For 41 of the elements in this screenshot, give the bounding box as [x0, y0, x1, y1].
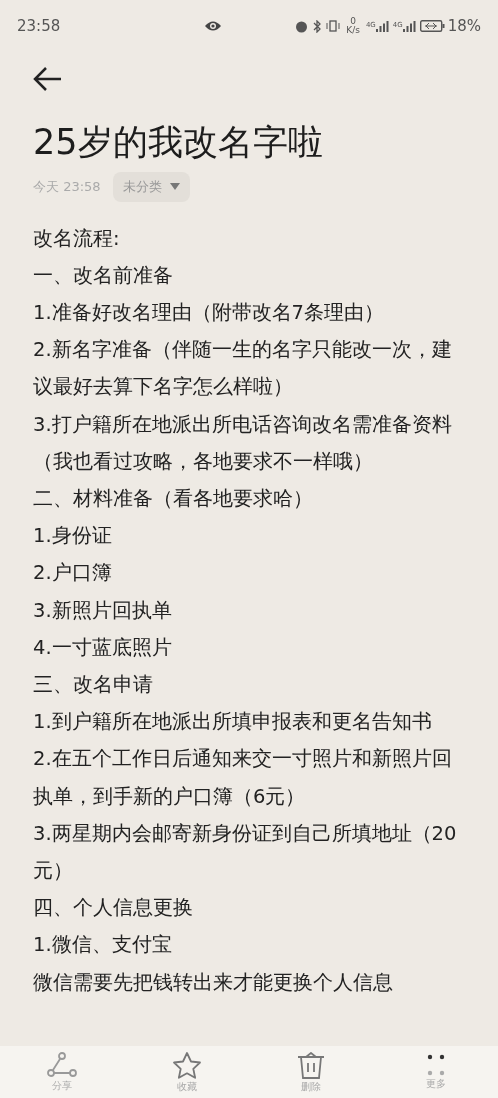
clock-time: 23:58 [17, 15, 61, 37]
note-line: 3.新照片回执单 [33, 597, 173, 624]
note-line: 4.一寸蓝底照片 [33, 634, 173, 661]
signal-icon [375, 20, 389, 32]
note-line: 微信需要先把钱转出来才能更换个人信息 [33, 969, 394, 996]
note-line: 1.微信、支付宝 [33, 932, 173, 959]
net-speed-value: 0 [350, 17, 356, 26]
note-line: 1.身份证 [33, 523, 113, 550]
more-icon [425, 1054, 446, 1076]
trash-icon [297, 1051, 326, 1079]
note-line: 3.打户籍所在地派出所电话咨询改名需准备资料（我也看过攻略，各地要求不一样哦） [33, 411, 453, 475]
note-line: 3.两星期内会邮寄新身份证到自己所填地址（20元） [33, 820, 458, 884]
note-title: 25岁的我改名字啦 [33, 121, 324, 164]
note-line: 二、材料准备（看各地要求哈） [33, 485, 314, 512]
toolbar-button[interactable]: 收藏 [124, 1046, 249, 1098]
share-icon [47, 1052, 78, 1078]
bluetooth-icon [313, 19, 322, 33]
note-line: 三、改名申请 [33, 671, 154, 698]
battery-charging-icon [419, 20, 445, 32]
note-line: 2.户口簿 [33, 560, 113, 587]
note-date: 今天 23:58 [33, 178, 101, 196]
toolbar-button[interactable]: 删除 [249, 1046, 374, 1098]
net-speed-unit: K/s [346, 26, 360, 35]
category-dropdown[interactable]: 未分类 [112, 172, 190, 202]
eye-icon [203, 20, 222, 32]
vibrate-icon [326, 20, 341, 32]
note-line: 2.在五个工作日后通知来交一寸照片和新照片回执单，到手新的户口簿（6元） [33, 746, 453, 810]
toolbar-button[interactable]: 分享 [0, 1046, 125, 1098]
dropdown-caret-icon [169, 183, 180, 191]
back-button[interactable] [33, 66, 63, 92]
note-line: 1.准备好改名理由（附带改名7条理由） [33, 299, 385, 326]
star-icon [172, 1051, 201, 1079]
note-line: 改名流程: [33, 225, 121, 252]
battery-percent: 18% [447, 15, 481, 37]
note-line: 2.新名字准备（伴随一生的名字只能改一次，建议最好去算下名字怎么样啦） [33, 337, 453, 401]
note-line: 一、改名前准备 [33, 262, 174, 289]
signal-icon [402, 20, 416, 32]
back-icon [33, 66, 63, 92]
note-line: 四、个人信息更换 [33, 895, 194, 922]
note-line: 1.到户籍所在地派出所填申报表和更名告知书 [33, 709, 433, 736]
toolbar-button[interactable]: 更多 [373, 1046, 498, 1098]
